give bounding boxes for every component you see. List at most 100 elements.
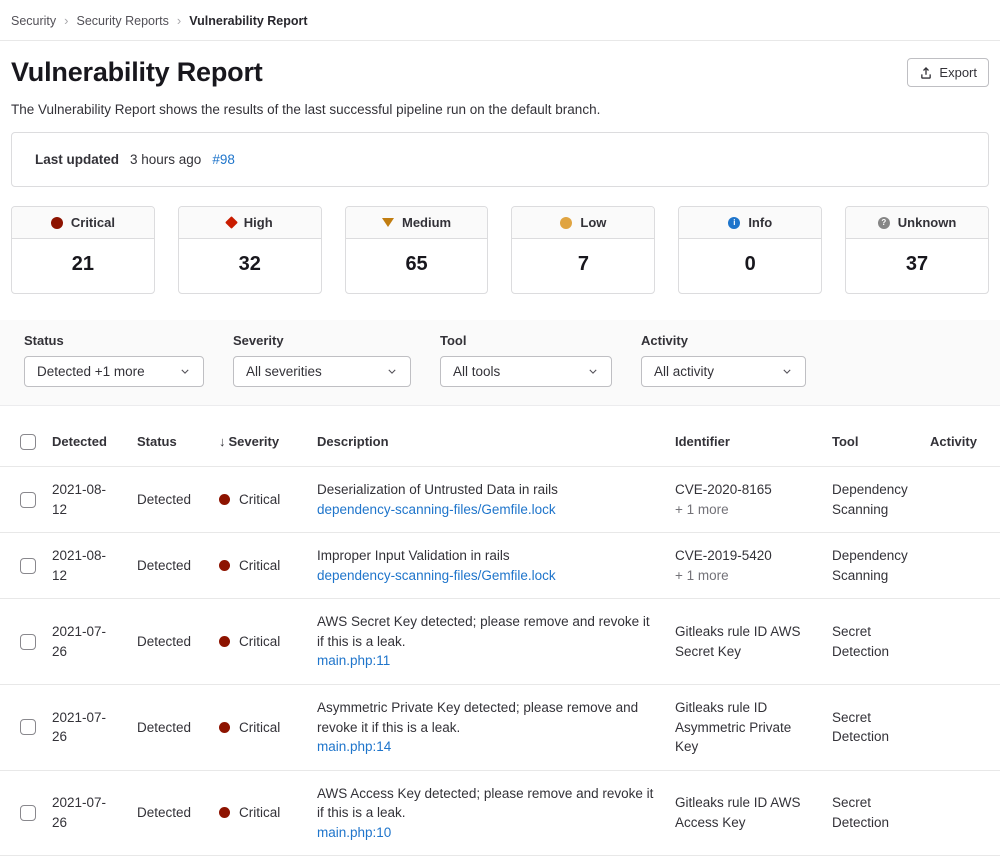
severity-filter-dropdown[interactable]: All severities xyxy=(233,356,411,387)
table-row[interactable]: 2021-07-26 Detected Critical AWS Access … xyxy=(0,770,1000,856)
activity-cell xyxy=(922,533,1000,599)
column-header-activity: Activity xyxy=(922,422,1000,467)
severity-high-icon xyxy=(225,216,238,229)
tool-cell: Dependency Scanning xyxy=(824,533,922,599)
severity-unknown-icon xyxy=(878,217,890,229)
detected-cell: 2021-07-26 xyxy=(44,684,129,770)
severity-card-high: High 32 xyxy=(178,206,322,294)
filter-severity-label: Severity xyxy=(233,333,411,348)
activity-filter-dropdown[interactable]: All activity xyxy=(641,356,806,387)
column-header-description: Description xyxy=(309,422,667,467)
pipeline-link[interactable]: #98 xyxy=(212,152,235,167)
severity-filter-value: All severities xyxy=(246,364,322,379)
row-checkbox[interactable] xyxy=(20,558,36,574)
activity-filter-value: All activity xyxy=(654,364,714,379)
severity-card-critical: Critical 21 xyxy=(11,206,155,294)
severity-cell: Critical xyxy=(211,599,309,685)
chevron-down-icon xyxy=(587,366,599,378)
description-cell: Improper Input Validation in railsdepend… xyxy=(309,533,667,599)
severity-card-medium: Medium 65 xyxy=(345,206,489,294)
detected-cell: 2021-07-26 xyxy=(44,599,129,685)
tool-cell: Secret Detection xyxy=(824,684,922,770)
status-cell: Detected xyxy=(129,770,211,856)
chevron-down-icon xyxy=(386,366,398,378)
severity-cell: Critical xyxy=(211,467,309,533)
location-link[interactable]: main.php:14 xyxy=(317,737,391,757)
identifier-cell: Gitleaks rule ID AWS Secret Key xyxy=(667,599,824,685)
column-header-detected[interactable]: Detected xyxy=(44,422,129,467)
severity-low-icon xyxy=(560,217,572,229)
status-cell: Detected xyxy=(129,533,211,599)
breadcrumb: Security › Security Reports › Vulnerabil… xyxy=(0,0,1000,41)
severity-card-label: Unknown xyxy=(898,215,957,230)
severity-card-label: Info xyxy=(748,215,772,230)
last-updated-time: 3 hours ago xyxy=(130,152,201,167)
severity-card-count: 7 xyxy=(512,239,654,293)
activity-cell xyxy=(922,684,1000,770)
row-checkbox[interactable] xyxy=(20,805,36,821)
description-cell: Asymmetric Private Key detected; please … xyxy=(309,684,667,770)
status-cell: Detected xyxy=(129,684,211,770)
chevron-down-icon xyxy=(179,366,191,378)
table-row[interactable]: 2021-08-12 Detected Critical Improper In… xyxy=(0,533,1000,599)
identifier-cell: Gitleaks rule ID AWS Access Key xyxy=(667,770,824,856)
table-row[interactable]: 2021-07-26 Detected Critical AWS Secret … xyxy=(0,599,1000,685)
severity-critical-icon xyxy=(219,494,230,505)
description-cell: Deserialization of Untrusted Data in rai… xyxy=(309,467,667,533)
page-description: The Vulnerability Report shows the resul… xyxy=(11,102,989,117)
column-header-identifier: Identifier xyxy=(667,422,824,467)
detected-cell: 2021-07-26 xyxy=(44,770,129,856)
select-all-checkbox[interactable] xyxy=(20,434,36,450)
filter-tool-label: Tool xyxy=(440,333,612,348)
severity-card-label: Medium xyxy=(402,215,451,230)
location-link[interactable]: main.php:11 xyxy=(317,651,390,671)
table-row[interactable]: 2021-08-12 Detected Critical Deserializa… xyxy=(0,467,1000,533)
severity-card-low: Low 7 xyxy=(511,206,655,294)
location-link[interactable]: main.php:10 xyxy=(317,823,391,843)
location-link[interactable]: dependency-scanning-files/Gemfile.lock xyxy=(317,500,556,520)
tool-cell: Dependency Scanning xyxy=(824,467,922,533)
tool-filter-dropdown[interactable]: All tools xyxy=(440,356,612,387)
severity-summary-cards: Critical 21 High 32 Medium 65 xyxy=(11,206,989,294)
breadcrumb-item-vulnerability-report: Vulnerability Report xyxy=(189,14,307,28)
row-checkbox[interactable] xyxy=(20,492,36,508)
detected-cell: 2021-08-12 xyxy=(44,533,129,599)
breadcrumb-item-security-reports[interactable]: Security Reports xyxy=(77,14,169,28)
column-header-tool: Tool xyxy=(824,422,922,467)
row-checkbox[interactable] xyxy=(20,719,36,735)
filter-tool: Tool All tools xyxy=(440,333,612,387)
export-button[interactable]: Export xyxy=(907,58,989,87)
breadcrumb-item-security[interactable]: Security xyxy=(11,14,56,28)
severity-critical-icon xyxy=(219,636,230,647)
severity-medium-icon xyxy=(382,218,394,227)
table-row[interactable]: 2021-07-26 Detected Critical Asymmetric … xyxy=(0,684,1000,770)
row-checkbox[interactable] xyxy=(20,634,36,650)
filter-activity-label: Activity xyxy=(641,333,806,348)
tool-cell: Secret Detection xyxy=(824,770,922,856)
column-header-status: Status xyxy=(129,422,211,467)
severity-card-count: 37 xyxy=(846,239,988,293)
location-link[interactable]: dependency-scanning-files/Gemfile.lock xyxy=(317,566,556,586)
filter-activity: Activity All activity xyxy=(641,333,806,387)
sort-descending-icon: ↓ xyxy=(219,434,226,449)
column-header-severity[interactable]: ↓Severity xyxy=(211,422,309,467)
severity-card-count: 32 xyxy=(179,239,321,293)
identifier-extra: + 1 more xyxy=(675,566,816,586)
filter-status-label: Status xyxy=(24,333,204,348)
status-cell: Detected xyxy=(129,599,211,685)
status-filter-dropdown[interactable]: Detected +1 more xyxy=(24,356,204,387)
severity-cell: Critical xyxy=(211,533,309,599)
severity-critical-icon xyxy=(219,722,230,733)
severity-cell: Critical xyxy=(211,684,309,770)
last-updated-label: Last updated xyxy=(35,152,119,167)
page-title: Vulnerability Report xyxy=(11,57,263,88)
vulnerability-report-page: Security › Security Reports › Vulnerabil… xyxy=(0,0,1000,856)
page-header: Vulnerability Report Export xyxy=(11,57,989,88)
filter-severity: Severity All severities xyxy=(233,333,411,387)
chevron-right-icon: › xyxy=(177,13,181,28)
severity-critical-icon xyxy=(219,807,230,818)
severity-info-icon xyxy=(728,217,740,229)
tool-filter-value: All tools xyxy=(453,364,500,379)
filter-bar: Status Detected +1 more Severity All sev… xyxy=(0,320,1000,406)
description-cell: AWS Access Key detected; please remove a… xyxy=(309,770,667,856)
